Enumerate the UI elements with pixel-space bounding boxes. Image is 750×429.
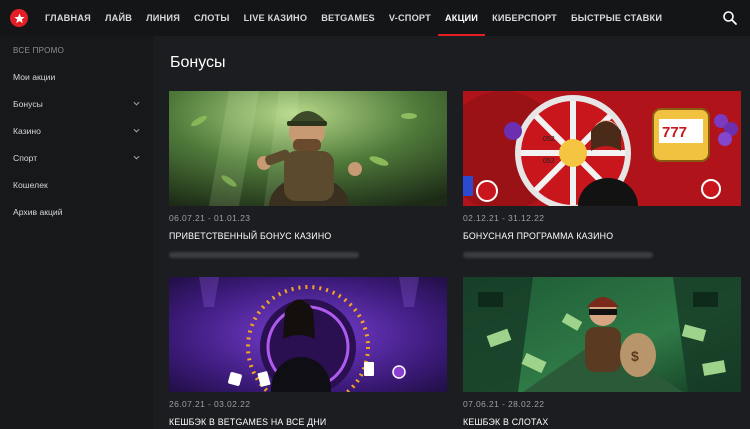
- promo-dates: 26.07.21 - 03.02.22: [169, 399, 251, 409]
- sidebar-item-label: Архив акций: [13, 206, 63, 217]
- search-icon[interactable]: [722, 10, 738, 26]
- promo-description: [169, 252, 359, 258]
- promo-title[interactable]: КЕШБЭК В BETGAMES НА ВСЕ ДНИ: [169, 417, 447, 427]
- sidebar-item-bonuses[interactable]: Бонусы: [0, 90, 153, 117]
- sidebar-header[interactable]: ВСЕ ПРОМО: [0, 42, 153, 63]
- chevron-down-icon: [133, 128, 140, 133]
- promo-card[interactable]: 26.07.21 - 03.02.22 КЕШБЭК В BETGAMES НА…: [169, 277, 447, 427]
- nav-item-home[interactable]: ГЛАВНАЯ: [38, 0, 98, 36]
- sidebar: ВСЕ ПРОМО Мои акции Бонусы Казино Спорт …: [0, 36, 153, 429]
- nav-item-promotions[interactable]: АКЦИИ: [437, 0, 486, 36]
- logo-icon: [10, 9, 28, 27]
- nav-item-betgames[interactable]: BETGAMES: [314, 0, 382, 36]
- svg-text:052: 052: [543, 136, 555, 143]
- promo-description: [463, 252, 653, 258]
- sidebar-item-wallet[interactable]: Кошелек: [0, 171, 153, 198]
- chevron-down-icon: [133, 155, 140, 160]
- sidebar-item-label: Кошелек: [13, 179, 48, 190]
- sidebar-item-label: Мои акции: [13, 71, 56, 82]
- sidebar-item-label: Казино: [13, 125, 41, 136]
- promo-image[interactable]: [169, 91, 447, 206]
- nav-item-live[interactable]: ЛАЙВ: [98, 0, 139, 36]
- nav-item-v-sport[interactable]: V-СПОРТ: [382, 0, 438, 36]
- promo-title[interactable]: ПРИВЕТСТВЕННЫЙ БОНУС КАЗИНО: [169, 231, 447, 241]
- sidebar-item-casino[interactable]: Казино: [0, 117, 153, 144]
- page-title: Бонусы: [170, 54, 226, 71]
- promo-card[interactable]: 052 052 777 02.12.21 - 31.12.22 БОНУСНАЯ…: [463, 91, 741, 258]
- promo-card[interactable]: $ 07.06.21 - 28.02.22 КЕШБЭК В СЛОТАХ: [463, 277, 741, 427]
- sidebar-item-label: Спорт: [13, 152, 38, 163]
- sidebar-item-sport[interactable]: Спорт: [0, 144, 153, 171]
- nav-item-esports[interactable]: КИБЕРСПОРТ: [485, 0, 564, 36]
- svg-text:777: 777: [662, 124, 687, 141]
- sidebar-item-archive[interactable]: Архив акций: [0, 198, 153, 225]
- nav-item-fast-bets[interactable]: БЫСТРЫЕ СТАВКИ: [564, 0, 669, 36]
- promo-dates: 02.12.21 - 31.12.22: [463, 213, 545, 223]
- promo-title[interactable]: КЕШБЭК В СЛОТАХ: [463, 417, 741, 427]
- logo[interactable]: [0, 0, 38, 36]
- svg-text:052: 052: [543, 158, 555, 165]
- chevron-down-icon: [133, 101, 140, 106]
- promo-image[interactable]: [169, 277, 447, 392]
- sidebar-item-label: Бонусы: [13, 98, 43, 109]
- promo-dates: 07.06.21 - 28.02.22: [463, 399, 545, 409]
- main-content: Бонусы 06.07.21 - 01.01.23 ПРИВЕТСТВЕННЫ…: [153, 36, 750, 429]
- promo-image[interactable]: $: [463, 277, 741, 392]
- promo-card[interactable]: 06.07.21 - 01.01.23 ПРИВЕТСТВЕННЫЙ БОНУС…: [169, 91, 447, 258]
- top-navigation: ГЛАВНАЯ ЛАЙВ ЛИНИЯ СЛОТЫ LIVE КАЗИНО BET…: [0, 0, 750, 36]
- promo-image[interactable]: 052 052 777: [463, 91, 741, 206]
- svg-text:$: $: [631, 348, 639, 364]
- sidebar-item-my-promos[interactable]: Мои акции: [0, 63, 153, 90]
- nav-item-line[interactable]: ЛИНИЯ: [139, 0, 187, 36]
- nav-item-live-casino[interactable]: LIVE КАЗИНО: [237, 0, 315, 36]
- nav-item-slots[interactable]: СЛОТЫ: [187, 0, 237, 36]
- promo-dates: 06.07.21 - 01.01.23: [169, 213, 251, 223]
- promo-title[interactable]: БОНУСНАЯ ПРОГРАММА КАЗИНО: [463, 231, 741, 241]
